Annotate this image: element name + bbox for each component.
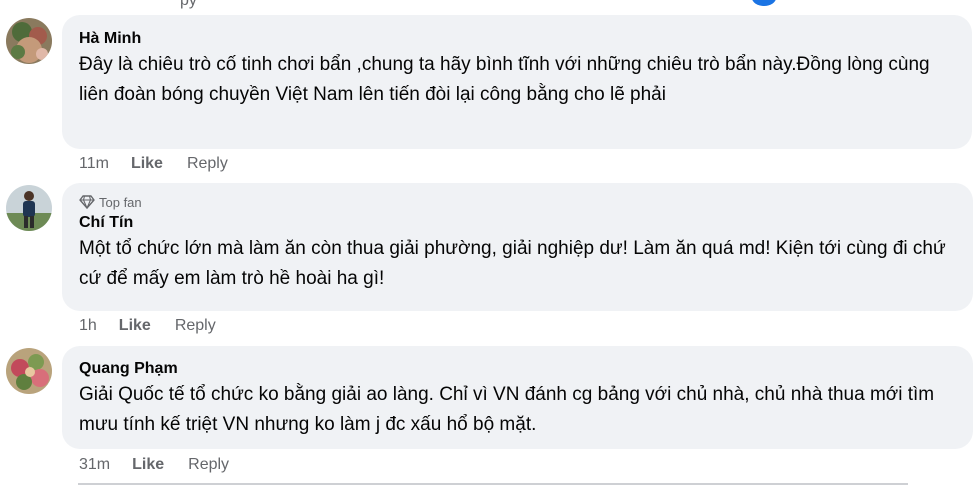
comment-bubble: Top fan Chí Tín Một tổ chức lớn mà làm ă…	[62, 183, 973, 311]
comment-actions: 11m Like Reply	[79, 154, 228, 174]
comments-section: py Hà Minh Đây là chiêu trò cố tinh chơi…	[0, 0, 975, 485]
reply-button[interactable]: Reply	[187, 155, 228, 173]
reaction-icon[interactable]	[752, 0, 776, 6]
comment-author[interactable]: Chí Tín	[79, 213, 959, 233]
comment-timestamp[interactable]: 11m	[79, 155, 109, 173]
like-button[interactable]: Like	[119, 317, 151, 335]
avatar[interactable]	[6, 185, 52, 231]
avatar[interactable]	[6, 348, 52, 394]
diamond-icon	[79, 195, 95, 209]
like-button[interactable]: Like	[131, 155, 163, 173]
previous-comment-fragment: py	[180, 0, 197, 9]
comment-actions: 1h Like Reply	[79, 316, 216, 336]
comment-bubble: Hà Minh Đây là chiêu trò cố tinh chơi bẩ…	[62, 15, 972, 149]
comment-bubble: Quang Phạm Giải Quốc tế tổ chức ko bằng …	[62, 346, 973, 449]
comment-text: Một tổ chức lớn mà làm ăn còn thua giải …	[79, 238, 946, 289]
comment-author[interactable]: Quang Phạm	[79, 359, 959, 379]
comment-timestamp[interactable]: 31m	[79, 456, 110, 474]
comment-text: Đây là chiêu trò cố tinh chơi bẩn ,chung…	[79, 54, 930, 105]
comment-timestamp[interactable]: 1h	[79, 317, 97, 335]
top-fan-badge: Top fan	[79, 193, 959, 211]
reply-button[interactable]: Reply	[188, 456, 229, 474]
badge-label: Top fan	[99, 194, 142, 210]
comment-author[interactable]: Hà Minh	[79, 29, 958, 49]
avatar[interactable]	[6, 18, 52, 64]
comment-actions: 31m Like Reply	[79, 455, 229, 475]
comment-text: Giải Quốc tế tổ chức ko bằng giải ao làn…	[79, 384, 935, 435]
like-button[interactable]: Like	[132, 456, 164, 474]
reply-button[interactable]: Reply	[175, 317, 216, 335]
